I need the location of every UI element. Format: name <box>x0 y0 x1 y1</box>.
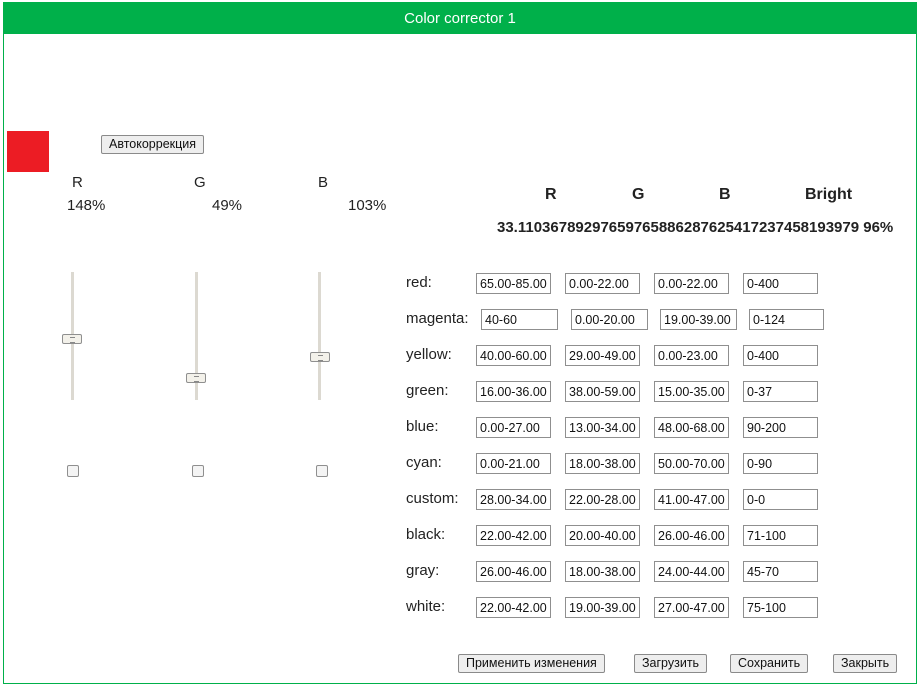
range-input-r[interactable] <box>481 309 558 330</box>
apply-changes-button[interactable]: Применить изменения <box>458 654 605 673</box>
row-label: custom: <box>406 490 459 507</box>
range-input-r[interactable] <box>476 417 551 438</box>
range-input-g[interactable] <box>565 561 640 582</box>
range-input-bright[interactable] <box>743 597 818 618</box>
range-input-r[interactable] <box>476 345 551 366</box>
row-label: yellow: <box>406 346 452 363</box>
range-input-bright[interactable] <box>743 453 818 474</box>
channel-label-g: G <box>194 174 206 191</box>
slider-handle-g[interactable] <box>186 373 206 383</box>
channel-percent-r: 148% <box>67 197 106 214</box>
range-input-b[interactable] <box>654 597 729 618</box>
range-input-b[interactable] <box>654 273 729 294</box>
row-label: cyan: <box>406 454 442 471</box>
range-input-g[interactable] <box>565 417 640 438</box>
range-input-r[interactable] <box>476 525 551 546</box>
range-input-b[interactable] <box>654 381 729 402</box>
range-input-r[interactable] <box>476 489 551 510</box>
slider-handle-b[interactable] <box>310 352 330 362</box>
range-input-bright[interactable] <box>743 561 818 582</box>
row-label: magenta: <box>406 310 469 327</box>
color-swatch <box>7 131 49 172</box>
channel-percent-b: 103% <box>348 197 387 214</box>
range-input-g[interactable] <box>565 273 640 294</box>
range-input-g[interactable] <box>565 381 640 402</box>
stats-header-g: G <box>632 186 645 203</box>
range-input-bright[interactable] <box>743 345 818 366</box>
range-input-b[interactable] <box>654 417 729 438</box>
row-label: black: <box>406 526 446 543</box>
range-input-bright[interactable] <box>743 489 818 510</box>
row-label: red: <box>406 274 432 291</box>
channel-label-b: B <box>318 174 329 191</box>
stats-values: 33.1103678929765976588628762541723745819… <box>497 219 894 236</box>
range-input-g[interactable] <box>565 525 640 546</box>
stats-header-b: B <box>719 186 731 203</box>
range-input-r[interactable] <box>476 561 551 582</box>
stats-header-r: R <box>545 186 557 203</box>
range-input-g[interactable] <box>565 489 640 510</box>
range-input-g[interactable] <box>565 453 640 474</box>
range-input-bright[interactable] <box>743 381 818 402</box>
range-input-g[interactable] <box>565 597 640 618</box>
range-input-b[interactable] <box>654 453 729 474</box>
autocorrect-button[interactable]: Автокоррекция <box>101 135 205 154</box>
range-input-bright[interactable] <box>749 309 824 330</box>
stats-header-bright: Bright <box>805 186 853 203</box>
range-input-b[interactable] <box>654 561 729 582</box>
row-label: green: <box>406 382 449 399</box>
channel-checkbox-r[interactable] <box>67 465 79 477</box>
channel-checkbox-g[interactable] <box>192 465 204 477</box>
range-input-bright[interactable] <box>743 525 818 546</box>
range-input-r[interactable] <box>476 273 551 294</box>
channel-checkbox-b[interactable] <box>316 465 328 477</box>
window-title: Color corrector 1 <box>4 3 916 34</box>
range-input-b[interactable] <box>660 309 737 330</box>
range-input-g[interactable] <box>571 309 648 330</box>
range-input-r[interactable] <box>476 381 551 402</box>
channel-label-r: R <box>72 174 83 191</box>
range-input-r[interactable] <box>476 453 551 474</box>
range-input-g[interactable] <box>565 345 640 366</box>
slider-handle-r[interactable] <box>62 334 82 344</box>
save-button[interactable]: Сохранить <box>730 654 809 673</box>
load-button[interactable]: Загрузить <box>634 654 708 673</box>
close-button[interactable]: Закрыть <box>833 654 898 673</box>
row-label: blue: <box>406 418 439 435</box>
range-input-bright[interactable] <box>743 417 818 438</box>
range-input-r[interactable] <box>476 597 551 618</box>
range-input-bright[interactable] <box>743 273 818 294</box>
row-label: white: <box>406 598 446 615</box>
range-input-b[interactable] <box>654 525 729 546</box>
channel-percent-g: 49% <box>212 197 243 214</box>
range-input-b[interactable] <box>654 489 729 510</box>
range-input-b[interactable] <box>654 345 729 366</box>
slider-track-b[interactable] <box>318 272 321 400</box>
row-label: gray: <box>406 562 440 579</box>
